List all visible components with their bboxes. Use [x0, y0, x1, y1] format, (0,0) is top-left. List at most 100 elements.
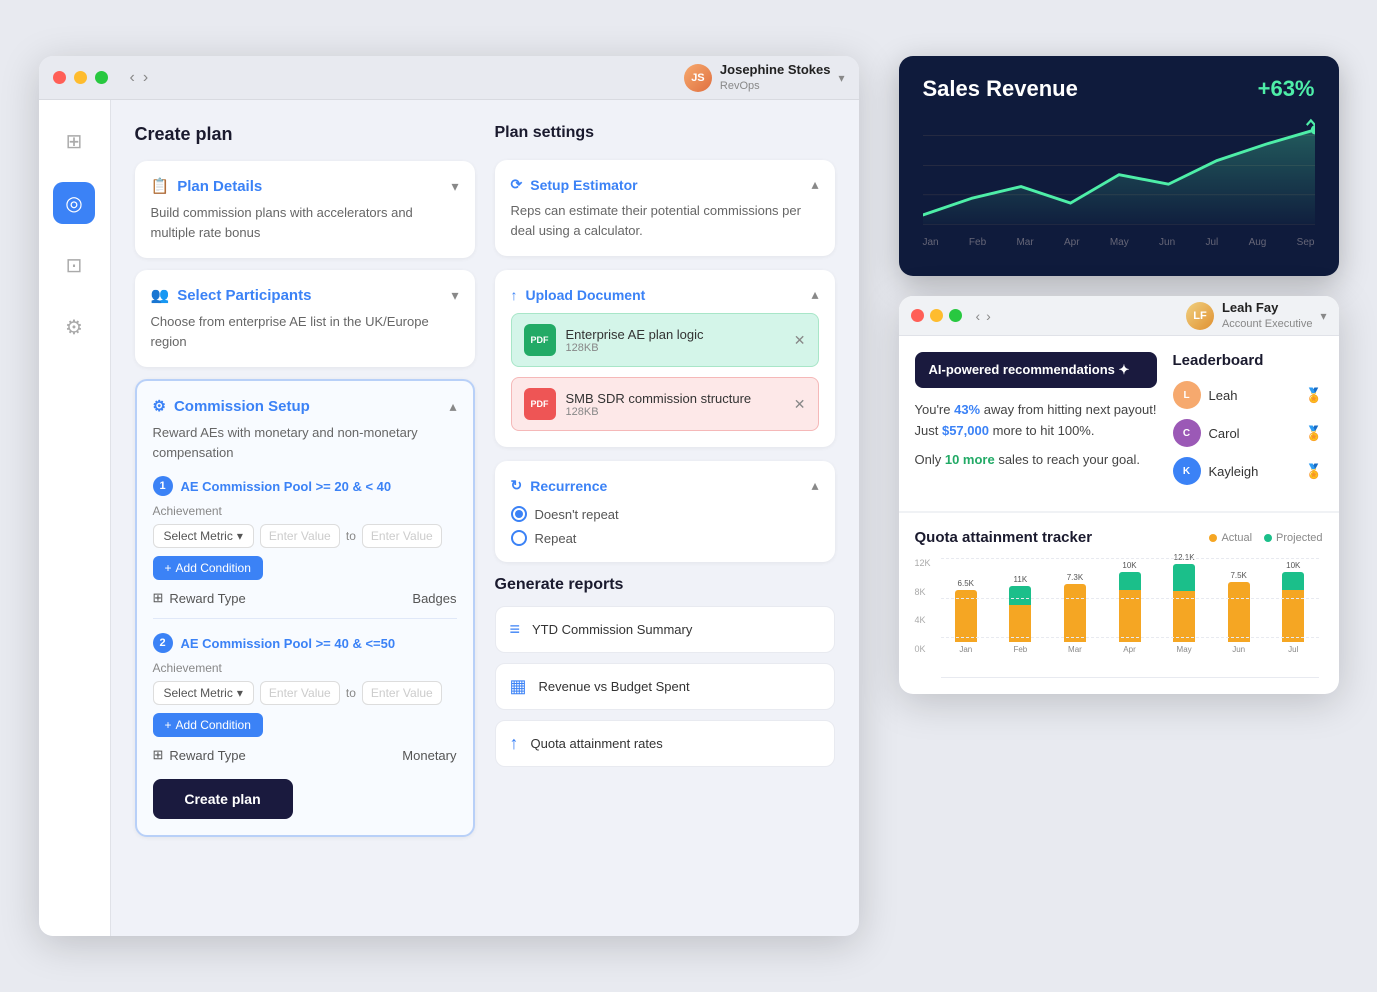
bar-feb-projected [1009, 586, 1031, 605]
to-label-2: to [346, 686, 356, 700]
forward-icon[interactable]: › [143, 69, 148, 87]
bar-group-jan: 6.5K Jan [941, 579, 992, 654]
report-item-1[interactable]: ≡ YTD Commission Summary [495, 606, 835, 653]
upload-chevron[interactable]: ▴ [811, 286, 818, 303]
bar-x-jan: Jan [959, 645, 972, 654]
create-plan-button[interactable]: Create plan [153, 779, 293, 819]
plan-settings-title: Plan settings [495, 124, 835, 142]
estimator-chevron[interactable]: ▴ [811, 176, 818, 193]
radio-repeat[interactable] [511, 530, 527, 546]
fullscreen-button[interactable] [95, 71, 108, 84]
add-condition-button-1[interactable]: + Add Condition [153, 556, 263, 580]
grid-line-bottom [941, 677, 1319, 678]
legend-actual: Actual [1209, 532, 1252, 544]
enter-value-1b[interactable]: Enter Value [362, 524, 442, 548]
recurrence-option-2[interactable]: Repeat [511, 530, 819, 546]
commission-item-1: 1 AE Commission Pool >= 20 & < 40 Achiev… [153, 476, 457, 606]
doc-close-2[interactable]: ✕ [794, 396, 806, 413]
enter-value-2a[interactable]: Enter Value [260, 681, 340, 705]
enter-value-2b[interactable]: Enter Value [362, 681, 442, 705]
sidebar-item-camera[interactable]: ⊡ [53, 244, 95, 286]
doc-name-1: Enterprise AE plan logic [566, 327, 784, 342]
upload-document-card: ↑ Upload Document ▴ PDF Enterprise AE pl… [495, 270, 835, 447]
grid-line-mid1 [941, 598, 1319, 599]
chart-label-jun: Jun [1159, 237, 1175, 248]
bar-chart-area: 6.5K Jan 11K Feb [941, 558, 1319, 678]
bar-group-apr: 10K Apr [1104, 561, 1155, 654]
chart-label-may: May [1110, 237, 1129, 248]
plan-details-chevron[interactable]: ▾ [451, 178, 458, 195]
leaderboard-item-1: L Leah 🏅 [1173, 381, 1323, 409]
bar-label-mar-top: 7.3K [1067, 573, 1083, 582]
metric-select-1[interactable]: Select Metric ▾ [153, 524, 254, 548]
leaderboard-section: Leaderboard L Leah 🏅 C Carol 🏅 K Kayleig… [1173, 352, 1323, 495]
lb-avatar-leah: L [1173, 381, 1201, 409]
user-profile[interactable]: JS Josephine Stokes RevOps ▾ [684, 62, 845, 93]
participants-desc: Choose from enterprise AE list in the UK… [151, 312, 459, 351]
reward-type-value-2: Monetary [402, 748, 456, 763]
ai-fullscreen-button[interactable] [949, 309, 962, 322]
quota-tracker-header: Quota attainment tracker Actual Projecte… [915, 529, 1323, 546]
main-window: ‹ › JS Josephine Stokes RevOps ▾ ⊞ ◎ ⊡ ⚙ [39, 56, 859, 936]
plus-icon-2: + [165, 718, 172, 732]
upload-document-header: ↑ Upload Document ▴ [511, 286, 819, 303]
commission-item-2-header: 2 AE Commission Pool >= 40 & <=50 [153, 633, 457, 653]
sidebar-item-settings[interactable]: ⚙ [53, 306, 95, 348]
chart-label-mar: Mar [1016, 237, 1033, 248]
reward-type-row-1: ⊞ Reward Type Badges [153, 590, 457, 606]
plan-details-icon: 📋 [151, 177, 170, 195]
bar-group-mar: 7.3K Mar [1050, 573, 1101, 654]
bar-group-feb: 11K Feb [995, 575, 1046, 654]
ai-user-profile[interactable]: LF Leah Fay Account Executive ▾ [1186, 300, 1327, 331]
ai-forward-icon[interactable]: › [986, 308, 991, 324]
sidebar: ⊞ ◎ ⊡ ⚙ [39, 100, 111, 936]
bar-label-jan-top: 6.5K [958, 579, 974, 588]
enter-value-1a[interactable]: Enter Value [260, 524, 340, 548]
bar-group-may: 12.1K May [1159, 553, 1210, 654]
participants-chevron[interactable]: ▾ [451, 287, 458, 304]
ai-close-button[interactable] [911, 309, 924, 322]
recurrence-label-2: Repeat [535, 531, 577, 546]
window-navigation: ‹ › [130, 69, 149, 87]
doc-close-1[interactable]: ✕ [794, 332, 806, 349]
ai-window-titlebar: ‹ › LF Leah Fay Account Executive ▾ [899, 296, 1339, 336]
commission-item-1-header: 1 AE Commission Pool >= 20 & < 40 [153, 476, 457, 496]
achievement-label-2: Achievement [153, 661, 457, 675]
bar-may [1173, 564, 1195, 642]
back-icon[interactable]: ‹ [130, 69, 135, 87]
select-participants-card: 👥 Select Participants ▾ Choose from ente… [135, 270, 475, 367]
highlight-57k: $57,000 [942, 423, 989, 438]
avatar: JS [684, 64, 712, 92]
bar-jul-projected [1282, 572, 1304, 590]
sidebar-item-grid[interactable]: ⊞ [53, 120, 95, 162]
commission-chevron[interactable]: ▴ [449, 398, 456, 415]
bar-x-jun: Jun [1232, 645, 1245, 654]
recurrence-options: Doesn't repeat Repeat [511, 506, 819, 546]
ai-back-icon[interactable]: ‹ [976, 308, 981, 324]
lb-avatar-carol: C [1173, 419, 1201, 447]
report-item-3[interactable]: ↑ Quota attainment rates [495, 720, 835, 767]
metric-select-2[interactable]: Select Metric ▾ [153, 681, 254, 705]
close-button[interactable] [53, 71, 66, 84]
recurrence-option-1[interactable]: Doesn't repeat [511, 506, 819, 522]
chart-label-sep: Sep [1297, 237, 1315, 248]
metric-select-chevron: ▾ [237, 529, 243, 543]
radio-doesnt-repeat[interactable] [511, 506, 527, 522]
leaderboard-item-2: C Carol 🏅 [1173, 419, 1323, 447]
minimize-button[interactable] [74, 71, 87, 84]
bar-x-apr: Apr [1123, 645, 1135, 654]
sidebar-item-target[interactable]: ◎ [53, 182, 95, 224]
lb-name-leah: Leah [1209, 388, 1298, 403]
recurrence-chevron[interactable]: ▴ [811, 477, 818, 494]
ai-minimize-button[interactable] [930, 309, 943, 322]
add-condition-button-2[interactable]: + Add Condition [153, 713, 263, 737]
right-side-widgets: Sales Revenue +63% [889, 26, 1339, 966]
report-icon-3: ↑ [510, 733, 519, 754]
ai-recommendations-button[interactable]: AI-powered recommendations ✦ [915, 352, 1157, 388]
plan-details-desc: Build commission plans with accelerators… [151, 203, 459, 242]
report-item-2[interactable]: ▦ Revenue vs Budget Spent [495, 663, 835, 710]
to-label-1: to [346, 529, 356, 543]
lb-badge-3: 🏅 [1305, 463, 1322, 480]
ai-recommendation-text: You're 43% away from hitting next payout… [915, 400, 1157, 442]
commission-num-2: 2 [153, 633, 173, 653]
